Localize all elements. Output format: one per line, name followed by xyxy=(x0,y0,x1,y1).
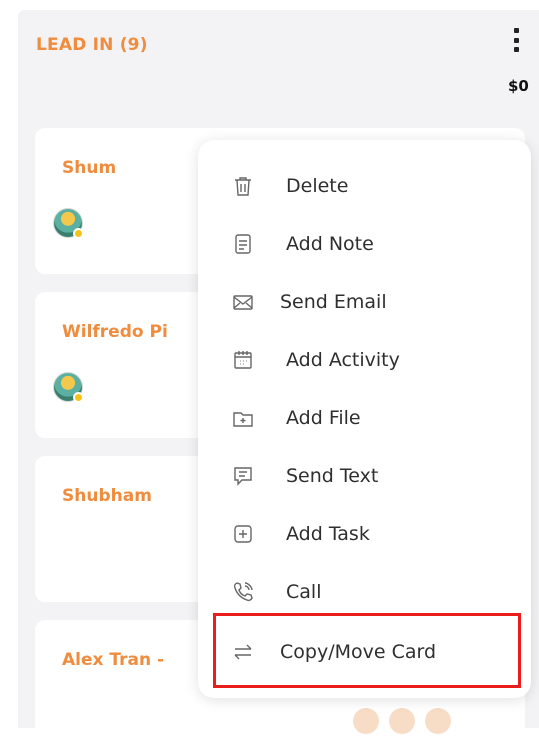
card-name[interactable]: Wilfredo Pi xyxy=(62,322,168,342)
avatar xyxy=(53,372,84,403)
card-name[interactable]: Shum xyxy=(62,158,116,178)
trash-icon xyxy=(230,173,256,199)
card-action-icons xyxy=(353,708,493,734)
menu-item-delete[interactable]: Delete xyxy=(230,166,520,206)
menu-item-label: Send Text xyxy=(286,465,379,487)
calendar-icon xyxy=(230,347,256,373)
menu-item-label: Add File xyxy=(286,407,361,429)
avatar-badge-icon xyxy=(73,228,84,239)
menu-item-send-email[interactable]: Send Email xyxy=(230,282,520,322)
avatar xyxy=(53,208,84,239)
column-title: LEAD IN (9) xyxy=(36,35,148,55)
highlight-box xyxy=(213,613,521,688)
menu-item-add-note[interactable]: Add Note xyxy=(230,224,520,264)
avatar-badge-icon xyxy=(73,392,84,403)
plus-square-icon xyxy=(230,521,256,547)
note-icon xyxy=(230,231,256,257)
menu-item-add-task[interactable]: Add Task xyxy=(230,514,520,554)
menu-item-call[interactable]: Call xyxy=(230,572,520,612)
action-icon[interactable] xyxy=(353,708,379,734)
column-total: $0 xyxy=(508,77,529,95)
card-name[interactable]: Alex Tran - xyxy=(62,650,164,670)
menu-item-send-text[interactable]: Send Text xyxy=(230,456,520,496)
message-icon xyxy=(230,463,256,489)
menu-item-label: Add Activity xyxy=(286,349,400,371)
menu-item-add-activity[interactable]: Add Activity xyxy=(230,340,520,380)
menu-item-label: Call xyxy=(286,581,322,603)
action-icon[interactable] xyxy=(425,708,451,734)
menu-item-label: Add Note xyxy=(286,233,374,255)
folder-add-icon xyxy=(230,405,256,431)
column-options-icon[interactable] xyxy=(512,28,520,52)
phone-icon xyxy=(230,579,256,605)
menu-item-label: Add Task xyxy=(286,523,370,545)
menu-item-label: Delete xyxy=(286,175,349,197)
card-name[interactable]: Shubham xyxy=(62,486,152,506)
action-icon[interactable] xyxy=(389,708,415,734)
envelope-icon xyxy=(230,289,256,315)
menu-item-add-file[interactable]: Add File xyxy=(230,398,520,438)
menu-item-label: Send Email xyxy=(280,291,387,313)
